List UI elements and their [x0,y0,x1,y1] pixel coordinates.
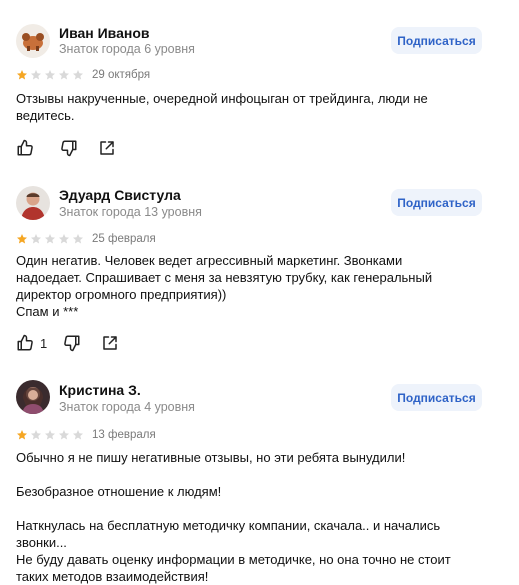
dislike-button[interactable] [60,139,78,157]
review-card: Эдуард Свистула Знаток города 13 уровня … [0,163,519,363]
avatar[interactable] [16,380,50,414]
like-icon [17,334,33,351]
share-button[interactable] [98,139,116,157]
star-icon [17,70,27,80]
star-icon [45,430,55,440]
review-text: Отзывы накрученные, очередной инфоцыган … [16,91,428,123]
review-actions: 1 [16,334,119,352]
star-icon [73,70,83,80]
star-icon [59,234,69,244]
author-name[interactable]: Иван Иванов [59,25,150,41]
star-icon [73,430,83,440]
like-button[interactable]: 1 [16,334,47,352]
subscribe-button[interactable]: Подписаться [391,384,482,411]
review-text: Обычно я не пишу негативные отзывы, но э… [16,450,451,584]
review-date: 29 октября [92,69,151,81]
author-name[interactable]: Эдуард Свистула [59,187,181,203]
share-button[interactable] [101,334,119,352]
star-icon [17,430,27,440]
rating-stars [16,69,84,81]
author-rank: Знаток города 13 уровня [59,205,202,219]
dislike-button[interactable] [63,334,81,352]
review-text: Один негатив. Человек ведет агрессивный … [16,253,433,319]
star-icon [31,430,41,440]
review-actions [16,139,116,157]
author-rank: Знаток города 6 уровня [59,42,195,56]
share-icon [103,336,117,350]
author-rank: Знаток города 4 уровня [59,400,195,414]
subscribe-button[interactable]: Подписаться [391,189,482,216]
star-icon [31,70,41,80]
review-card: Кристина З. Знаток города 4 уровня Подпи… [0,357,519,585]
star-icon [31,234,41,244]
rating-stars [16,429,84,441]
avatar[interactable] [16,186,50,220]
review-date: 13 февраля [92,429,156,441]
like-icon [17,139,33,156]
star-icon [73,234,83,244]
star-icon [59,430,69,440]
like-button[interactable] [16,139,40,157]
star-icon [45,70,55,80]
like-count: 1 [40,335,48,351]
star-icon [45,234,55,244]
dislike-icon [64,335,80,352]
review-date: 25 февраля [92,233,156,245]
share-icon [100,141,114,155]
rating-stars [16,233,84,245]
author-name[interactable]: Кристина З. [59,382,141,398]
avatar[interactable] [16,24,50,58]
star-icon [17,234,27,244]
star-icon [59,70,69,80]
subscribe-button[interactable]: Подписаться [391,27,482,54]
dislike-icon [61,140,77,157]
review-card: Иван Иванов Знаток города 6 уровня Подпи… [0,0,519,170]
